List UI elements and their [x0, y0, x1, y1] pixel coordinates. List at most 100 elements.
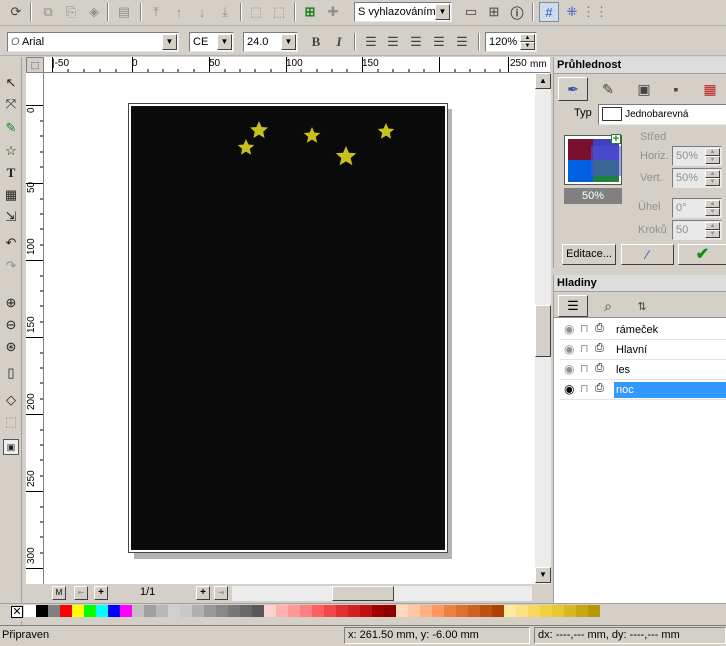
redo-icon[interactable]: ⟳ [6, 2, 26, 22]
lock-icon[interactable]: ⊓ [580, 382, 589, 395]
zoom-out-icon[interactable]: ⊖ [1, 315, 21, 335]
copy-icon[interactable]: ⎘ [61, 2, 81, 22]
color-swatch[interactable] [372, 605, 384, 617]
bold-button[interactable]: B [306, 32, 326, 52]
color-swatch[interactable] [24, 605, 36, 617]
color-swatch[interactable] [276, 605, 288, 617]
eyedropper-button[interactable]: ⁄ [621, 244, 674, 265]
ungroup-icon[interactable]: ⬚ [269, 2, 289, 22]
bring-to-front-icon[interactable]: ⤒ [146, 2, 166, 22]
color-swatch[interactable] [396, 605, 408, 617]
color-swatch[interactable] [156, 605, 168, 617]
eye-icon[interactable]: ◉ [564, 362, 574, 376]
add-icon[interactable]: + [611, 134, 621, 145]
align-center-icon[interactable]: ☰ [383, 32, 403, 52]
layer-row[interactable]: ◉ ⊓ ⎙ rámeček [560, 320, 726, 340]
align-left-icon[interactable]: ☰ [361, 32, 381, 52]
ruler-unit[interactable]: mm [530, 57, 550, 73]
add-page-button[interactable]: + [94, 586, 108, 600]
layer-row[interactable]: ◉ ⊓ ⎙ les [560, 360, 726, 380]
redo-tool-icon[interactable]: ↷ [1, 256, 21, 276]
tab-search-icon[interactable]: ⌕ [598, 296, 618, 316]
add-page-after-button[interactable]: + [196, 586, 210, 600]
tab-stroke-icon[interactable]: ✎ [598, 79, 618, 99]
fill-tool-icon[interactable]: ◇ [1, 390, 21, 410]
color-swatch[interactable] [168, 605, 180, 617]
zoom-field[interactable]: 120% ▲ ▼ [485, 32, 537, 52]
steps-field[interactable]: 50 ▲ ▼ [672, 220, 722, 240]
spin-down-icon[interactable]: ▼ [705, 230, 720, 238]
layer-row-selected[interactable]: ◉ ⊓ ⎙ noc [560, 380, 726, 400]
zoom-in-icon[interactable]: ⊕ [1, 293, 21, 313]
layer-row[interactable]: ◉ ⊓ ⎙ Hlavní [560, 340, 726, 360]
edit-button[interactable]: Editace... [562, 244, 616, 265]
cut-icon[interactable]: ⧉ [38, 2, 58, 22]
remove-layer-icon[interactable]: ✚ [323, 2, 343, 22]
align-right-icon[interactable]: ☰ [406, 32, 426, 52]
import-tool-icon[interactable]: ⇲ [1, 207, 21, 227]
color-swatch[interactable] [348, 605, 360, 617]
color-swatch[interactable] [516, 605, 528, 617]
font-name-select[interactable]: O Arial ▼ [7, 32, 179, 52]
ruler-corner[interactable]: ⬚ [26, 57, 44, 73]
group-icon[interactable]: ⬚ [246, 2, 266, 22]
transform-tool-icon[interactable]: ⬚ [1, 412, 21, 432]
spin-down-icon[interactable]: ▼ [705, 178, 720, 186]
color-swatch[interactable] [576, 605, 588, 617]
color-swatch[interactable] [324, 605, 336, 617]
spin-up-icon[interactable]: ▲ [705, 170, 720, 178]
encoding-select[interactable]: CE ▼ [189, 32, 234, 52]
printer-icon[interactable]: ⎙ [595, 342, 604, 355]
color-swatch[interactable] [264, 605, 276, 617]
page-icon[interactable]: ▯ [1, 363, 21, 383]
color-swatch[interactable] [552, 605, 564, 617]
add-layer-icon[interactable]: ⊞ [300, 2, 320, 22]
color-swatch[interactable] [228, 605, 240, 617]
color-swatch[interactable] [384, 605, 396, 617]
tab-fill-icon[interactable]: ✒ [558, 77, 588, 101]
color-swatch[interactable] [60, 605, 72, 617]
prev-page-button[interactable]: ⇤ [74, 586, 88, 600]
snap-grid-icon[interactable]: # [539, 2, 559, 22]
scroll-down-button[interactable]: ▼ [535, 567, 551, 583]
color-swatch[interactable] [444, 605, 456, 617]
grid-view-icon[interactable]: ⊞ [484, 2, 504, 22]
color-swatch[interactable] [504, 605, 516, 617]
apply-button[interactable]: ✔ [678, 244, 726, 265]
spin-up-icon[interactable]: ▲ [520, 34, 535, 42]
color-swatch[interactable] [108, 605, 120, 617]
canvas[interactable] [44, 73, 535, 584]
tab-shadow-icon[interactable]: ▪ [666, 79, 686, 99]
bring-forward-icon[interactable]: ↑ [169, 2, 189, 22]
tab-sort-icon[interactable]: ⇅ [632, 296, 652, 316]
type-select[interactable]: Jednobarevná [598, 104, 726, 125]
preview-icon[interactable]: ▣ [3, 439, 19, 455]
eye-icon[interactable]: ◉ [564, 322, 574, 336]
h-scroll-thumb[interactable] [332, 586, 394, 601]
color-swatch[interactable] [84, 605, 96, 617]
duplicate-icon[interactable]: ▤ [114, 2, 134, 22]
color-swatch[interactable] [96, 605, 108, 617]
scroll-thumb[interactable] [535, 305, 551, 357]
color-swatch[interactable] [408, 605, 420, 617]
horizontal-scroll-track[interactable] [232, 586, 532, 601]
color-swatch[interactable] [480, 605, 492, 617]
color-swatch[interactable] [528, 605, 540, 617]
monitor-icon[interactable]: ▭ [461, 2, 481, 22]
snap-guides-icon[interactable]: ⁜ [562, 2, 582, 22]
italic-button[interactable]: I [329, 32, 349, 52]
align-force-justify-icon[interactable]: ☰ [452, 32, 472, 52]
shape-tool-icon[interactable]: ☆ [1, 141, 21, 161]
spin-down-icon[interactable]: ▼ [520, 42, 535, 50]
color-swatch[interactable] [216, 605, 228, 617]
color-swatch[interactable] [360, 605, 372, 617]
color-swatch[interactable] [252, 605, 264, 617]
spin-up-icon[interactable]: ▲ [705, 148, 720, 156]
color-swatch[interactable] [240, 605, 252, 617]
preview-swatch[interactable]: + [564, 134, 622, 185]
color-swatch[interactable] [456, 605, 468, 617]
tab-image-icon[interactable]: ▣ [634, 79, 654, 99]
zoom-fit-icon[interactable]: ⊛ [1, 337, 21, 357]
text-tool-icon[interactable]: T [1, 163, 21, 183]
horiz-field[interactable]: 50% ▲ ▼ [672, 146, 722, 166]
